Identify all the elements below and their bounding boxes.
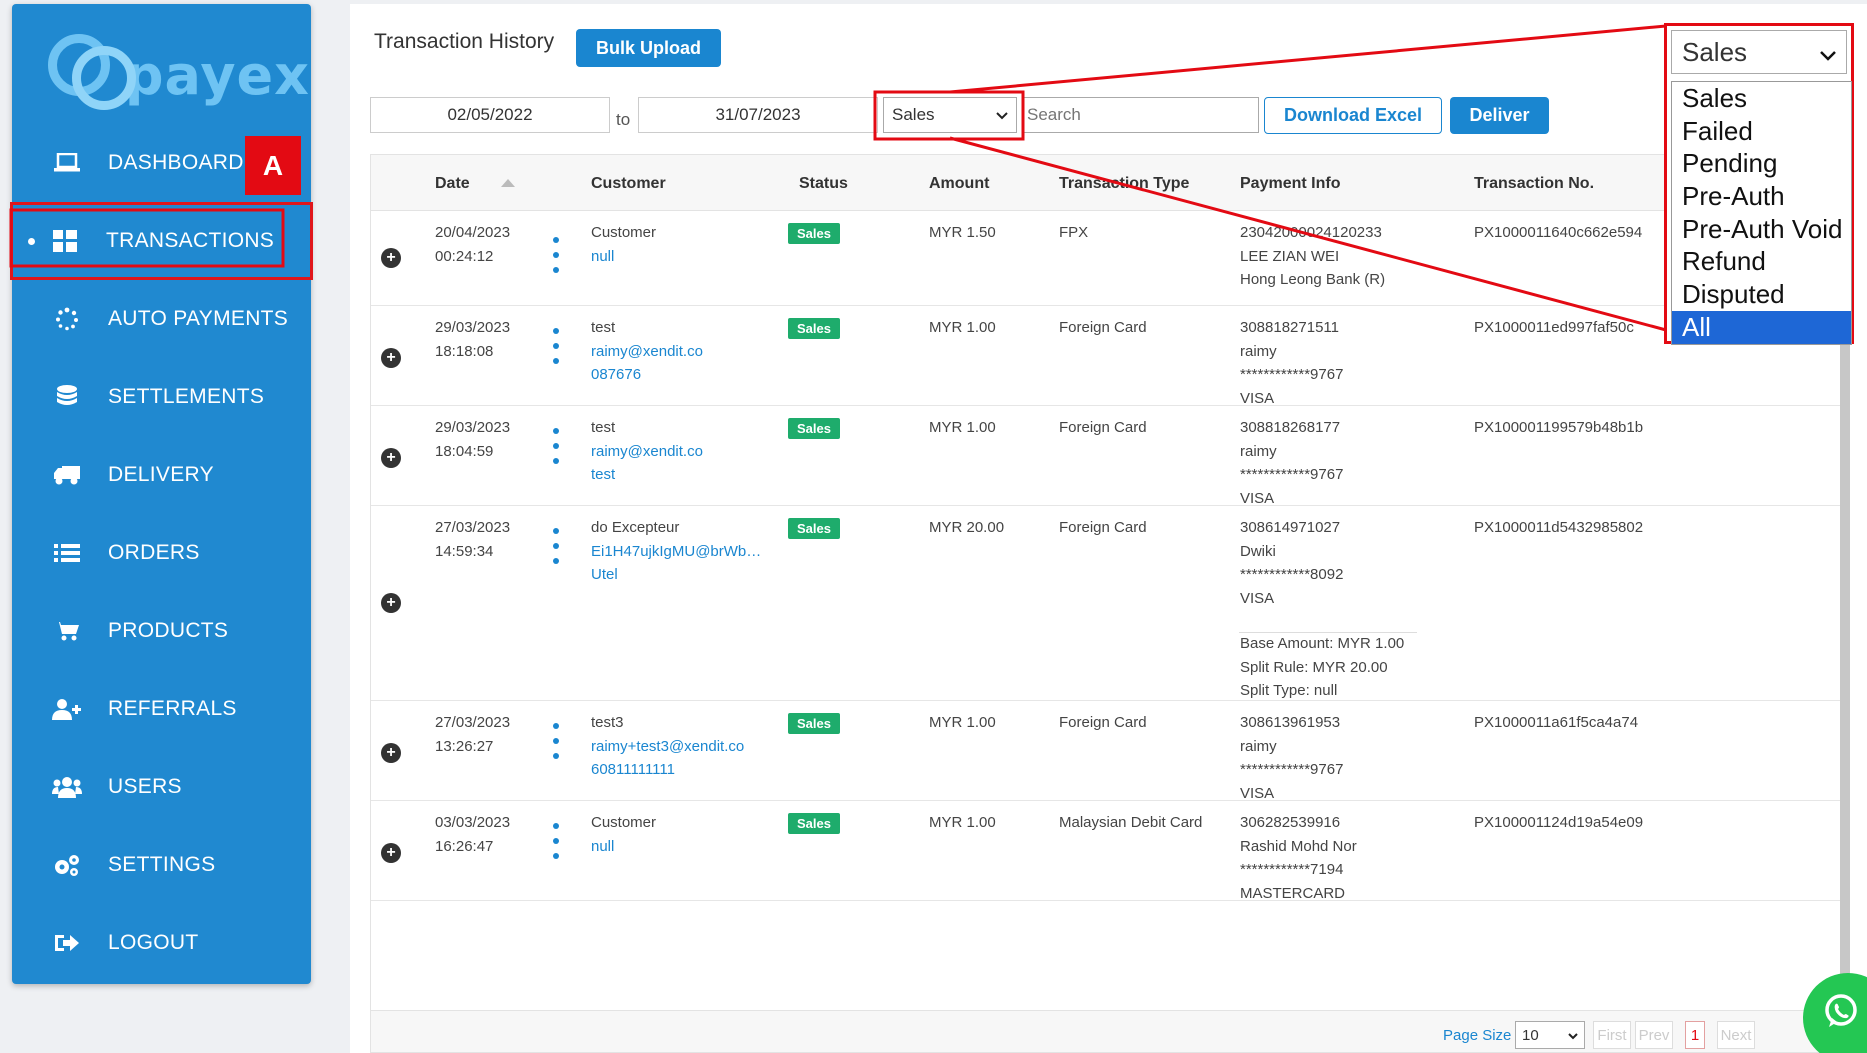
type-dropdown-options: Sales Failed Pending Pre-Auth Pre-Auth V…: [1671, 81, 1852, 345]
option-failed[interactable]: Failed: [1672, 115, 1851, 148]
option-refund[interactable]: Refund: [1672, 245, 1851, 278]
whatsapp-icon: [1825, 994, 1857, 1027]
annotation-overlay: [9, 24, 1667, 332]
type-dropdown-value: Sales: [1682, 36, 1748, 67]
option-sales[interactable]: Sales: [1672, 82, 1851, 115]
annotation-connector-bottom: [949, 136, 1667, 332]
option-all[interactable]: All: [1672, 310, 1851, 344]
option-pending[interactable]: Pending: [1672, 147, 1851, 180]
option-pre-auth[interactable]: Pre-Auth: [1672, 180, 1851, 213]
annotation-box-type-select: [873, 90, 1025, 141]
option-disputed[interactable]: Disputed: [1672, 278, 1851, 311]
type-dropdown-callout: Sales Sales Failed Pending Pre-Auth Pre-…: [1664, 23, 1854, 345]
option-pre-auth-void[interactable]: Pre-Auth Void: [1672, 213, 1851, 246]
type-dropdown-select[interactable]: Sales: [1671, 30, 1847, 74]
annotation-connector-top: [949, 24, 1667, 94]
chevron-down-icon: [1820, 37, 1836, 68]
annotation-box-transactions: [9, 208, 285, 268]
